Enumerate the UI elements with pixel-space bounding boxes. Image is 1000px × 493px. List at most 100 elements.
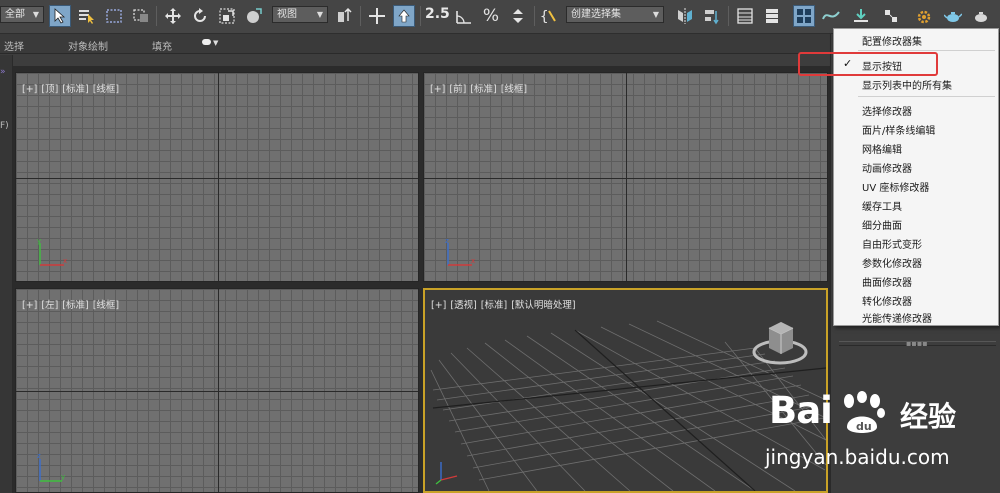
select-by-name-button[interactable] <box>76 5 98 27</box>
percent-icon: % <box>482 6 500 26</box>
render-production-button[interactable] <box>970 5 992 27</box>
toolbar-separator <box>156 6 157 26</box>
toolbar-separator <box>360 6 361 26</box>
render-setup-button[interactable] <box>913 5 935 27</box>
viewport-area: [+] [顶] [标准] [线框] yx [+] [前] [标准] [线框] zx [+][… <box>13 66 830 493</box>
curve-editor-button[interactable] <box>820 5 842 27</box>
rectangular-selection-button[interactable] <box>103 5 125 27</box>
align-button[interactable] <box>701 5 723 27</box>
ribbon-tab-populate[interactable]: 填充 <box>152 38 172 53</box>
menu-item-animation-modifiers[interactable]: 动画修改器 <box>862 160 912 175</box>
toggle-ribbon-button[interactable] <box>793 5 815 27</box>
axis-tripod-icon: zy <box>37 452 65 482</box>
viewport-standard-menu[interactable]: [标准] <box>470 84 496 95</box>
named-selection-sets-dropdown[interactable]: 创建选择集 ▼ <box>566 6 664 23</box>
viewport-standard-menu[interactable]: [标准] <box>62 300 88 311</box>
viewport-plus-menu[interactable]: [+] <box>431 300 446 311</box>
render-frame-window-button[interactable] <box>942 5 964 27</box>
viewport-pov-menu[interactable]: [顶] <box>41 84 58 95</box>
marquee-rect-icon <box>106 9 122 23</box>
viewport-top[interactable]: [+] [顶] [标准] [线框] yx <box>15 72 419 282</box>
percent-snap-button[interactable]: % <box>480 5 502 27</box>
menu-item-selection-modifiers[interactable]: 选择修改器 <box>862 103 912 118</box>
menu-item-mesh-editing[interactable]: 网格编辑 <box>862 141 902 156</box>
reference-coordinate-dropdown[interactable]: 视图 ▼ <box>272 6 328 23</box>
watermark-brand-suffix: 经验 <box>900 400 957 433</box>
paw-logo-icon: du <box>844 391 885 433</box>
menu-item-patch-spline-editing[interactable]: 面片/样条线编辑 <box>862 122 935 137</box>
viewport-shading-menu[interactable]: [默认明暗处理] <box>511 300 575 311</box>
rotate-button[interactable] <box>189 5 211 27</box>
window-crossing-button[interactable] <box>130 5 152 27</box>
edit-named-selection-button[interactable]: { <box>539 5 561 27</box>
svg-text:z: z <box>445 237 449 245</box>
grid-axis-horizontal <box>16 391 418 392</box>
viewport-pov-menu[interactable]: [左] <box>41 300 58 311</box>
cursor-arrow-icon <box>54 8 66 24</box>
svg-text:du: du <box>856 420 872 433</box>
viewport-front[interactable]: [+] [前] [标准] [线框] zx <box>423 72 828 282</box>
viewport-shading-menu[interactable]: [线框] <box>93 84 119 95</box>
rotate-icon <box>194 8 206 22</box>
menu-item-configure-modifier-sets[interactable]: 配置修改器集 <box>862 33 922 48</box>
ribbon-tab-object-paint[interactable]: 对象绘制 <box>68 38 108 53</box>
select-object-button[interactable] <box>49 5 71 27</box>
viewport-plus-menu[interactable]: [+] <box>430 84 445 95</box>
scale-button[interactable] <box>216 5 238 27</box>
viewport-shading-menu[interactable]: [线框] <box>93 300 119 311</box>
chevron-down-icon: ▼ <box>32 10 39 19</box>
axis-tripod-icon: zx <box>445 237 475 266</box>
viewport-standard-menu[interactable]: [标准] <box>62 84 88 95</box>
viewport-pov-menu[interactable]: [前] <box>449 84 466 95</box>
menu-item-subdivision-surfaces[interactable]: 细分曲面 <box>862 217 902 232</box>
menu-item-uv-coordinate-modifiers[interactable]: UV 座标修改器 <box>862 179 929 194</box>
menu-item-show-all-sets-in-list[interactable]: 显示列表中的所有集 <box>862 77 952 92</box>
menu-item-parametric-modifiers[interactable]: 参数化修改器 <box>862 255 922 270</box>
named-selection-sets-value: 创建选择集 <box>571 9 621 20</box>
menu-item-free-form-deformers[interactable]: 自由形式变形 <box>862 236 922 251</box>
viewport-standard-menu[interactable]: [标准] <box>481 300 507 311</box>
grid-axis-vertical <box>626 73 627 281</box>
panel-resize-grip-icon[interactable]: ▪▪▪▪ <box>906 339 928 348</box>
grid-axis-vertical <box>218 289 219 492</box>
angle-snap-button[interactable] <box>453 5 475 27</box>
toolbar-separator <box>534 6 535 26</box>
spinner-snap-button[interactable] <box>507 5 529 27</box>
material-editor-button[interactable] <box>880 5 902 27</box>
pivot-center-button[interactable] <box>334 5 356 27</box>
expand-chevron-icon[interactable]: » <box>0 67 6 77</box>
schematic-view-button[interactable] <box>850 5 872 27</box>
table-list-icon <box>737 8 753 24</box>
move-arrows-icon <box>165 8 181 24</box>
layer-explorer-button[interactable] <box>761 5 783 27</box>
menu-item-surface-modifiers[interactable]: 曲面修改器 <box>862 274 912 289</box>
watermark-brand: Bai <box>769 389 833 432</box>
menu-item-cache-tools[interactable]: 缓存工具 <box>862 198 902 213</box>
viewcube-icon[interactable] <box>751 316 809 370</box>
snaps-toggle-button[interactable]: 2.5 <box>425 6 450 22</box>
mirror-button[interactable] <box>674 5 696 27</box>
menu-item-conversion-modifiers[interactable]: 转化修改器 <box>862 293 912 308</box>
checker-icon <box>885 10 897 22</box>
selection-filter-dropdown[interactable]: 全部 ▼ <box>0 6 44 23</box>
keyboard-shortcut-override-button[interactable] <box>393 5 415 27</box>
select-manipulate-button[interactable] <box>366 5 388 27</box>
ribbon-minimize-toggle[interactable]: ▼ <box>202 38 222 48</box>
viewport-pov-menu[interactable]: [透视] <box>450 300 476 311</box>
spinner-arrows-icon <box>513 9 523 23</box>
scene-explorer-button[interactable] <box>734 5 756 27</box>
watermark-url: jingyan.baidu.com <box>765 445 950 469</box>
menu-item-radiosity-modifiers[interactable]: 光能传递修改器 <box>862 310 932 325</box>
placement-button[interactable] <box>243 5 265 27</box>
grid-axis-vertical <box>218 73 219 281</box>
viewport-shading-menu[interactable]: [线框] <box>501 84 527 95</box>
window-crossing-icon <box>133 9 148 22</box>
curve-wave-icon <box>822 11 840 20</box>
viewport-plus-menu[interactable]: [+] <box>22 84 37 95</box>
highlight-annotation <box>798 52 938 76</box>
angle-snap-icon <box>456 11 471 24</box>
move-button[interactable] <box>162 5 184 27</box>
ribbon-tab-selection[interactable]: 选择 <box>4 38 24 53</box>
viewport-left[interactable]: [+] [左] [标准] [线框] zy <box>15 288 419 493</box>
viewport-plus-menu[interactable]: [+] <box>22 300 37 311</box>
